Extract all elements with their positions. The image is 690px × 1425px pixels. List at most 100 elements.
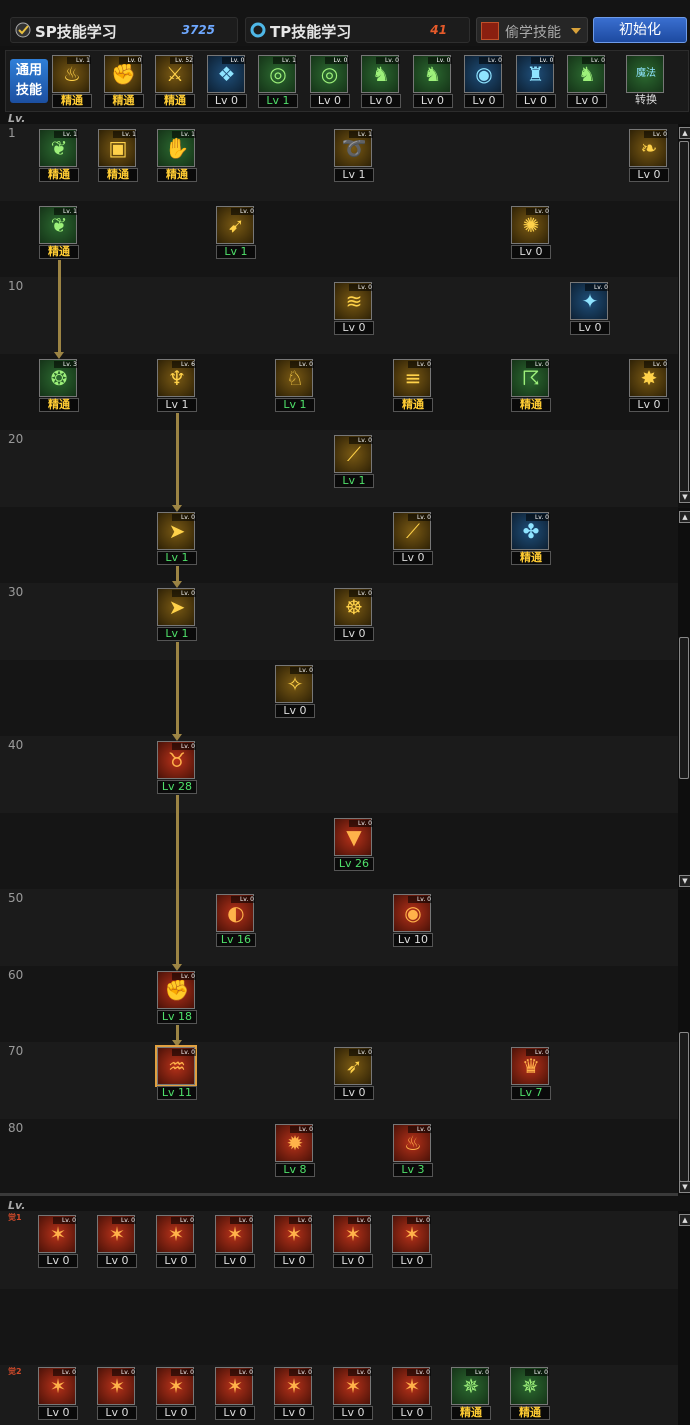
skill-node[interactable]: ➤ Lv. 0 Lv 1: [156, 588, 198, 641]
skill-node[interactable]: ≋ Lv. 0 Lv 0: [333, 282, 375, 335]
awaken-skill-node[interactable]: ✶ Lv. 0 Lv 0: [214, 1367, 256, 1420]
skill-node[interactable]: ▼ Lv. 0 Lv 26: [333, 817, 375, 871]
skill-mini-level: Lv. 0: [290, 360, 314, 368]
skill-mini-level: Lv. 0: [172, 590, 196, 597]
skill-node[interactable]: ✧ Lv. 0 Lv 0: [274, 664, 316, 718]
common-skill-slot[interactable]: ♨ Lv. 1 精通: [51, 55, 93, 108]
skill-level-label: Lv 11: [157, 1086, 197, 1100]
common-skill-slot[interactable]: ◎ Lv. 0 Lv 0: [309, 55, 351, 108]
common-skill-slot[interactable]: ♞ Lv. 0 Lv 0: [412, 55, 454, 108]
scroll-down-button-3[interactable]: ▼: [679, 1181, 690, 1193]
common-skill-slot[interactable]: ❖ Lv. 0 Lv 0: [206, 55, 248, 108]
common-skill-slot[interactable]: ◎ Lv. 1 Lv 1: [257, 55, 299, 108]
skill-node[interactable]: ♆ Lv. 6 Lv 1: [156, 358, 198, 412]
tp-skill-panel[interactable]: TP技能学习 41: [245, 17, 470, 43]
skill-level-label: 精通: [510, 1406, 550, 1420]
skill-node[interactable]: ♉ Lv. 0 Lv 28: [156, 741, 198, 794]
common-skill-slot[interactable]: ♞ Lv. 0 Lv 0: [360, 55, 402, 108]
awaken-scroll-up-button[interactable]: ▲: [679, 1214, 690, 1226]
scrollbar-thumb-2[interactable]: [679, 637, 689, 779]
skill-node[interactable]: ➤ Lv. 0 Lv 1: [156, 511, 198, 565]
awaken-skill-node[interactable]: ✶ Lv. 0 Lv 0: [391, 1367, 433, 1420]
armor-icon-glyph: ♜: [526, 62, 545, 86]
skill-node[interactable]: ♨ Lv. 0 Lv 3: [392, 1123, 434, 1177]
skill-node[interactable]: ≡ Lv. 0 精通: [392, 358, 434, 412]
ex-claw-icon-glyph: ✶: [285, 1374, 303, 1398]
awaken-skill-node[interactable]: ✵ Lv. 0 精通: [450, 1367, 492, 1420]
skill-node[interactable]: ❂ Lv. 3 精通: [38, 358, 80, 412]
skill-mini-level: Lv. 0: [530, 57, 555, 64]
awaken-skill-node[interactable]: ✶ Lv. 0 Lv 0: [96, 1367, 138, 1420]
skill-node[interactable]: ☈ Lv. 0 精通: [510, 358, 552, 412]
skill-node[interactable]: ▣ Lv. 1 精通: [97, 129, 139, 182]
skill-level-label: Lv 0: [206, 94, 247, 108]
awaken-skill-node[interactable]: ✶ Lv. 0 Lv 0: [37, 1215, 79, 1268]
magic-switch-button[interactable]: 魔法 转换: [625, 55, 667, 107]
skill-node[interactable]: ➹ Lv. 0 Lv 1: [215, 205, 257, 259]
skill-level-label: Lv 0: [97, 1406, 137, 1420]
awaken-scrollbar[interactable]: [678, 1211, 690, 1425]
common-skill-slot[interactable]: ◉ Lv. 0 Lv 0: [463, 55, 505, 108]
awaken-skill-node[interactable]: ✶ Lv. 0 Lv 0: [155, 1215, 197, 1268]
skill-node[interactable]: ♛ Lv. 0 Lv 7: [510, 1047, 552, 1100]
skill-node[interactable]: ◐ Lv. 0 Lv 16: [215, 894, 257, 947]
scrollbar-thumb-3[interactable]: [679, 1032, 689, 1182]
skill-node[interactable]: ✹ Lv. 0 Lv 8: [274, 1123, 316, 1177]
awaken-skill-node[interactable]: ✶ Lv. 0 Lv 0: [155, 1367, 197, 1420]
spiral-icon: ✺ Lv. 0: [511, 205, 550, 244]
awaken-skill-node[interactable]: ✶ Lv. 0 Lv 0: [214, 1215, 256, 1268]
skill-mini-level: Lv. 0: [172, 972, 196, 980]
common-skill-slot[interactable]: ♞ Lv. 0 Lv 0: [566, 55, 608, 108]
common-skill-slot[interactable]: ⚔ Lv. 52 精通: [154, 55, 196, 108]
sp-skill-panel[interactable]: SP技能学习 3725: [10, 17, 238, 43]
skill-node[interactable]: ✋ Lv. 1 精通: [156, 129, 198, 182]
awaken-skill-node[interactable]: ✶ Lv. 0 Lv 0: [37, 1367, 79, 1420]
scroll-down-button[interactable]: ▼: [679, 491, 690, 503]
skill-node[interactable]: ♘ Lv. 0 Lv 1: [274, 358, 316, 412]
skill-node[interactable]: ⟋ Lv. 0 Lv 0: [392, 511, 434, 565]
fist-icon: ✊ Lv. 0: [157, 970, 196, 1009]
skill-node[interactable]: ✺ Lv. 0 Lv 0: [510, 205, 552, 259]
skill-node[interactable]: ✸ Lv. 0 Lv 0: [628, 358, 670, 412]
common-skill-label: 通用 技能: [10, 59, 48, 103]
rush-icon-glyph: ➤: [168, 518, 186, 543]
skill-node[interactable]: ♒ Lv. 0 Lv 11: [155, 1045, 198, 1100]
skill-node[interactable]: ➶ Lv. 0 Lv 0: [333, 1047, 375, 1100]
scrollbar-thumb[interactable]: [679, 141, 689, 493]
reset-button[interactable]: 初始化: [593, 17, 687, 43]
scroll-up-button[interactable]: ▲: [679, 127, 690, 139]
tree-band: [0, 200, 678, 277]
skill-node[interactable]: ❧ Lv. 0 Lv 0: [628, 129, 670, 182]
awaken-skill-node[interactable]: ✶ Lv. 0 Lv 0: [332, 1215, 374, 1268]
skill-node[interactable]: ✤ Lv. 0 精通: [510, 511, 552, 565]
ex-claw-icon: ✶ Lv. 0: [333, 1215, 372, 1253]
awaken-skill-node[interactable]: ✶ Lv. 0 Lv 0: [332, 1367, 374, 1420]
awaken-band-2: [0, 1289, 678, 1365]
awaken-skill-node[interactable]: ✶ Lv. 0 Lv 0: [273, 1367, 315, 1420]
skill-mini-level: Lv. 0: [230, 1369, 254, 1376]
skill-node[interactable]: ◉ Lv. 0 Lv 10: [392, 894, 434, 947]
skill-node[interactable]: ➰ Lv. 1 Lv 1: [333, 129, 375, 182]
awaken-skill-node[interactable]: ✶ Lv. 0 Lv 0: [273, 1215, 315, 1268]
skill-mini-level: Lv. 1: [67, 57, 91, 64]
steal-skill-dropdown[interactable]: 偷学技能: [476, 17, 588, 43]
ring-icon: [250, 22, 266, 38]
skill-node[interactable]: ✊ Lv. 0 Lv 18: [156, 970, 198, 1024]
scroll-down-button-2[interactable]: ▼: [679, 875, 690, 887]
skill-node[interactable]: ☸ Lv. 0 Lv 0: [333, 588, 375, 641]
common-skill-slot[interactable]: ✊ Lv. 0 精通: [103, 55, 145, 108]
eye-icon: ◉ Lv. 0: [464, 55, 503, 93]
skill-mini-level: Lv. 0: [408, 896, 432, 903]
common-skill-slot[interactable]: ♜ Lv. 0 Lv 0: [515, 55, 557, 108]
rise-icon: ✧ Lv. 0: [275, 664, 314, 703]
awaken-skill-node[interactable]: ✶ Lv. 0 Lv 0: [96, 1215, 138, 1268]
skill-node[interactable]: ⟋ Lv. 0 Lv 1: [333, 435, 375, 488]
rush-icon: ➤ Lv. 0: [157, 588, 196, 626]
skill-node[interactable]: ❦ Lv. 1 精通: [38, 129, 80, 182]
scroll-up-button-2[interactable]: ▲: [679, 511, 690, 523]
awaken-skill-node[interactable]: ✶ Lv. 0 Lv 0: [391, 1215, 433, 1268]
skill-node[interactable]: ❦ Lv. 1 精通: [38, 205, 80, 259]
awaken-skill-node[interactable]: ✵ Lv. 0 精通: [509, 1367, 551, 1420]
ex-claw-icon: ✶ Lv. 0: [215, 1215, 254, 1253]
skill-node[interactable]: ✦ Lv. 0 Lv 0: [569, 282, 611, 335]
